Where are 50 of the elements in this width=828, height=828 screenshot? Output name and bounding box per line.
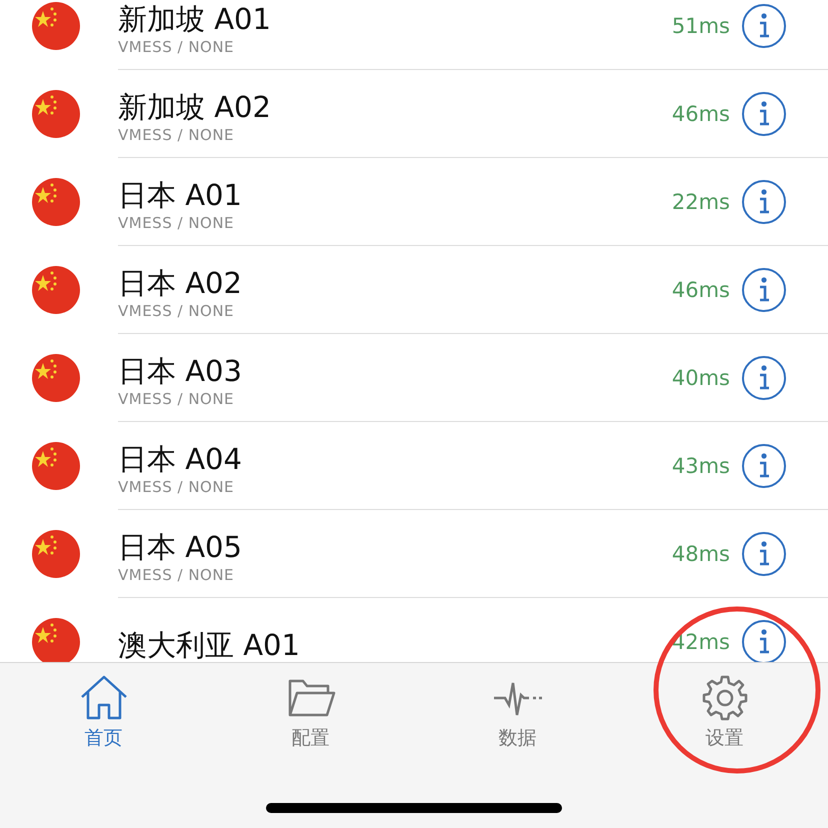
latency-value: 48ms <box>672 542 730 566</box>
china-flag-icon <box>32 90 80 138</box>
server-name: 日本 A05 <box>118 528 243 564</box>
latency-value: 43ms <box>672 454 730 478</box>
info-icon <box>758 188 770 214</box>
server-name: 日本 A01 <box>118 176 243 212</box>
server-name: 新加坡 A01 <box>118 0 272 36</box>
china-flag-icon <box>32 530 80 578</box>
protocol-label: VMESS / NONE <box>118 388 236 408</box>
protocol-label: VMESS / NONE <box>118 36 236 56</box>
info-button[interactable] <box>742 92 786 136</box>
tab-button[interactable]: 配置 <box>286 675 336 751</box>
info-icon <box>758 276 770 302</box>
info-icon <box>758 540 770 566</box>
china-flag-icon <box>32 178 80 226</box>
info-button[interactable] <box>742 532 786 576</box>
latency-value: 51ms <box>672 14 730 38</box>
info-icon <box>758 100 770 126</box>
info-button[interactable] <box>742 268 786 312</box>
protocol-label: VMESS / NONE <box>118 124 236 144</box>
tab-button[interactable]: 设置 <box>700 675 750 751</box>
info-icon <box>758 452 770 478</box>
home-icon <box>78 675 128 721</box>
protocol-label: VMESS / NONE <box>118 564 236 584</box>
tab-button[interactable]: 首页 <box>78 675 128 751</box>
info-icon <box>758 628 770 654</box>
china-flag-icon <box>32 442 80 490</box>
server-name: 日本 A04 <box>118 440 243 476</box>
protocol-label: VMESS / NONE <box>118 212 236 232</box>
info-button[interactable] <box>742 4 786 48</box>
protocol-label: VMESS / NONE <box>118 300 236 320</box>
china-flag-icon <box>32 618 80 662</box>
info-button[interactable] <box>742 444 786 488</box>
latency-value: 46ms <box>672 278 730 302</box>
server-name: 日本 A03 <box>118 352 243 388</box>
protocol-label: VMESS / NONE <box>118 476 236 496</box>
latency-value: 22ms <box>672 190 730 214</box>
server-name: 澳大利亚 A01 <box>118 626 301 662</box>
latency-value: 40ms <box>672 366 730 390</box>
server-name: 日本 A02 <box>118 264 243 300</box>
server-name: 新加坡 A02 <box>118 88 272 124</box>
china-flag-icon <box>32 354 80 402</box>
latency-value: 46ms <box>672 102 730 126</box>
china-flag-icon <box>32 266 80 314</box>
info-icon <box>758 364 770 390</box>
china-flag-icon <box>32 2 80 50</box>
tab-button[interactable]: 数据 <box>492 675 542 751</box>
info-button[interactable] <box>742 356 786 400</box>
info-icon <box>758 12 770 38</box>
info-button[interactable] <box>742 180 786 224</box>
